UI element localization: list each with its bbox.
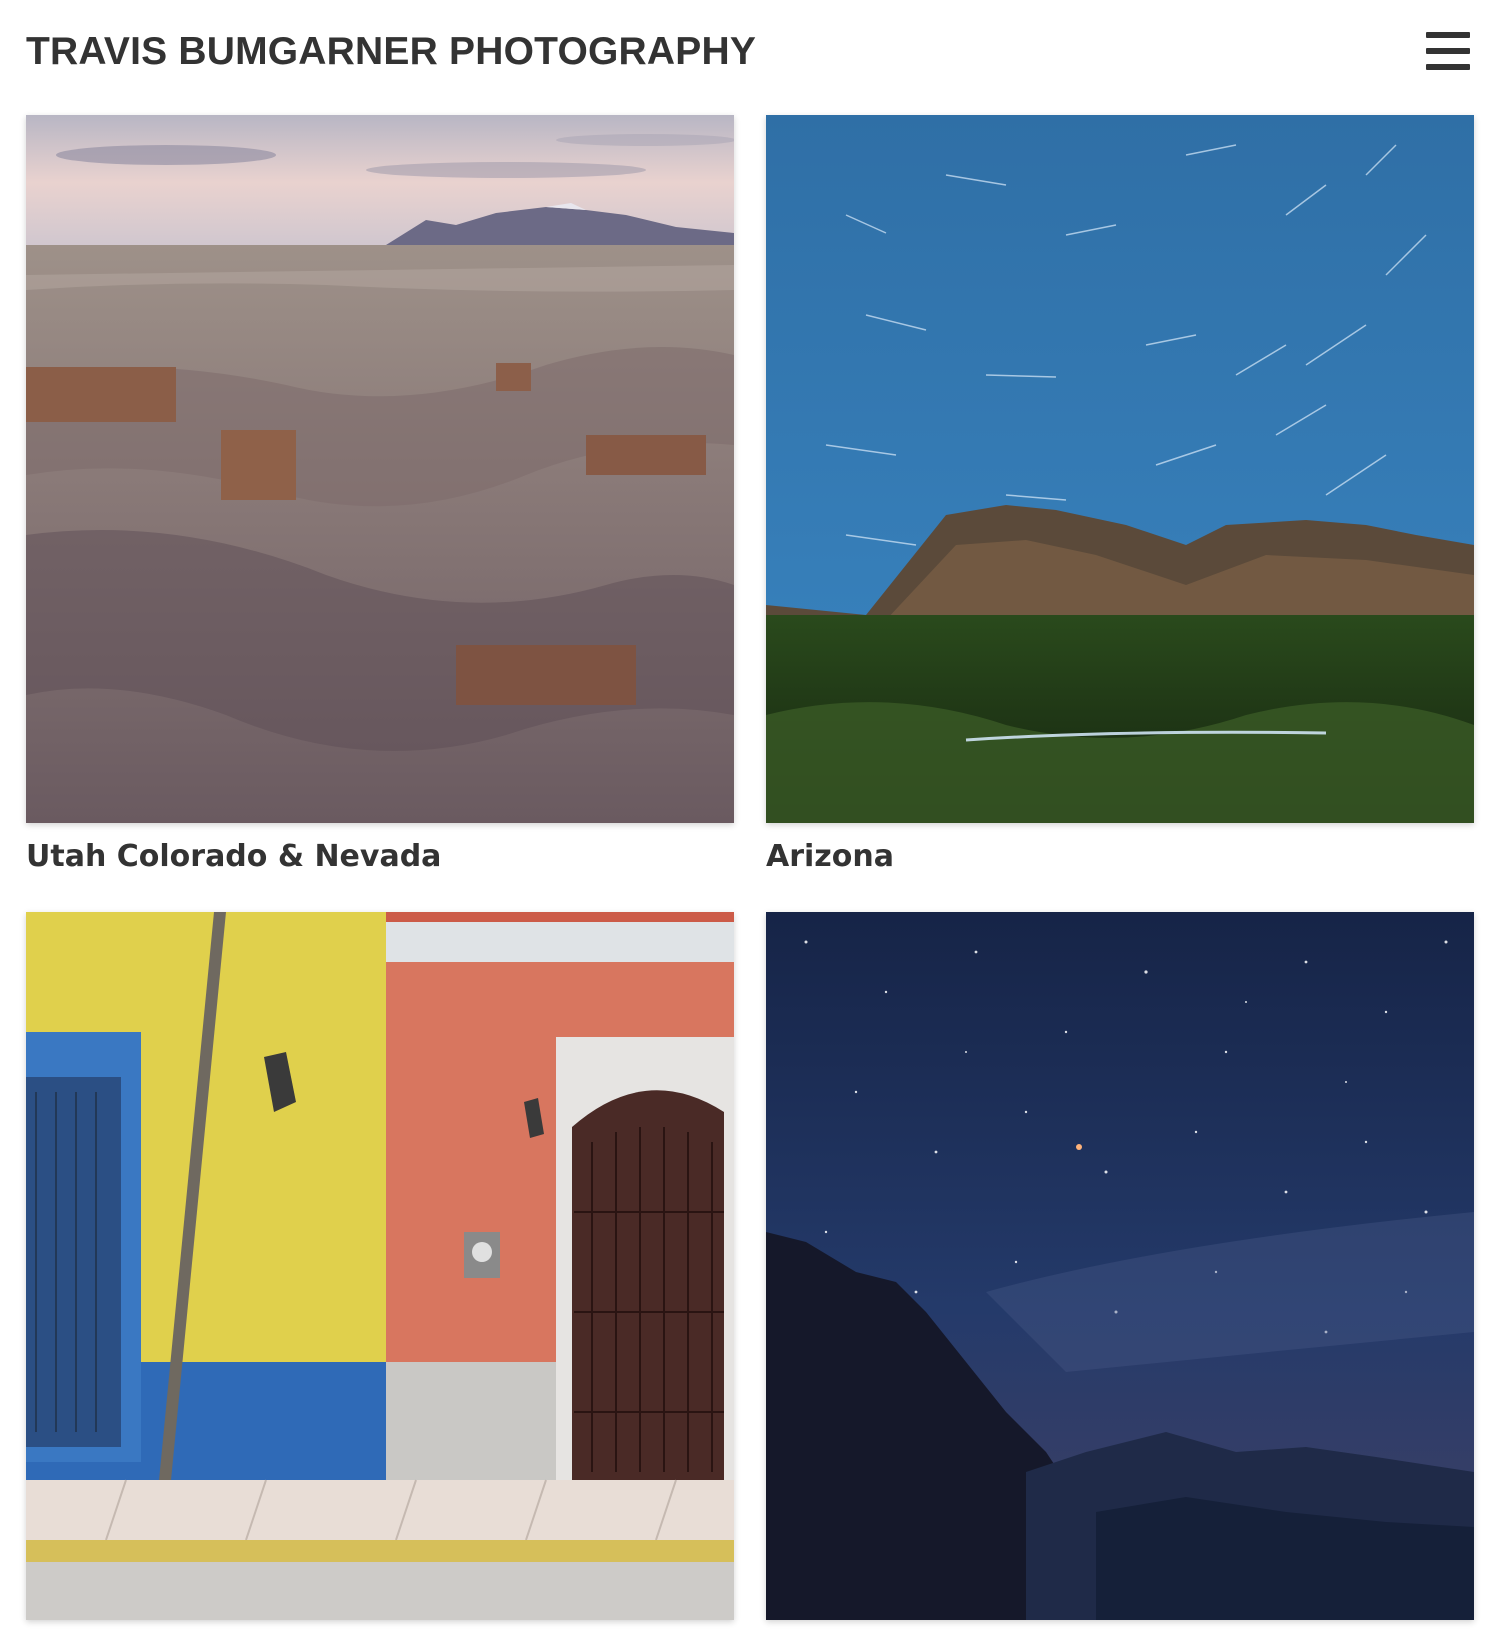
gallery-item-night[interactable] [766,912,1474,1620]
gallery-photo-badlands[interactable] [26,115,734,823]
gallery-photo-star-trails[interactable] [766,115,1474,823]
gallery-item-street[interactable] [26,912,734,1620]
gallery-item-utah[interactable]: Utah Colorado & Nevada [26,115,734,874]
gallery-photo-street-facade[interactable] [26,912,734,1620]
hamburger-menu-icon[interactable] [1426,30,1470,72]
gallery-caption[interactable]: Arizona [766,839,894,874]
site-header: TRAVIS BUMGARNER PHOTOGRAPHY [0,0,1504,110]
site-title-link[interactable]: TRAVIS BUMGARNER PHOTOGRAPHY [26,30,756,74]
gallery-item-arizona[interactable]: Arizona [766,115,1474,874]
gallery-caption[interactable]: Utah Colorado & Nevada [26,839,441,874]
gallery-photo-night-sky[interactable] [766,912,1474,1620]
